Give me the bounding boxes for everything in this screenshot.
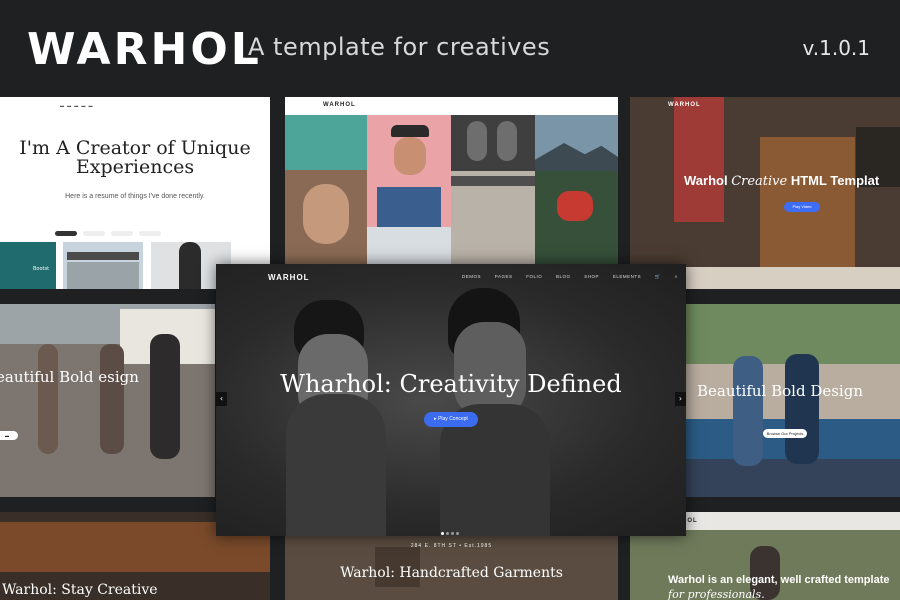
- preview-bold-design-right[interactable]: Beautiful Bold Design Browse Our Project…: [685, 304, 900, 497]
- gallery-image: [535, 115, 618, 171]
- store-address: 284 E. 8TH ST • Est.1985: [410, 543, 493, 549]
- preview-garments[interactable]: 284 E. 8TH ST • Est.1985 Warhol: Handcra…: [285, 535, 618, 600]
- person-image: [785, 354, 819, 464]
- preview-title: Warhol is an elegant, well crafted templ…: [668, 574, 890, 586]
- nav-item-blog[interactable]: BLOG: [556, 274, 571, 279]
- shirt-image: [286, 394, 386, 536]
- hero-nav: DEMOS PAGES FOLIO BLOG SHOP ELEMENTS 🛒 ⌕: [462, 274, 686, 280]
- gallery-image: [285, 115, 367, 170]
- preview-logo: WARHOL: [668, 102, 701, 108]
- preview-button[interactable]: ▬: [0, 431, 18, 440]
- header-bar: WARHOL A template for creatives v.1.0.1: [0, 0, 900, 96]
- gallery-image: [451, 115, 535, 171]
- brand-logo: WARHOL: [27, 24, 262, 75]
- nav-item-pages[interactable]: PAGES: [495, 274, 513, 279]
- slider-dots[interactable]: [441, 520, 461, 536]
- person-image: [100, 344, 124, 454]
- preview-filters: [55, 221, 167, 236]
- version-label: v.1.0.1: [802, 36, 870, 60]
- rug-image: [685, 459, 900, 497]
- preview-title: Warhol Creative HTML Templat: [684, 173, 880, 189]
- gallery-image: [285, 170, 367, 265]
- preview-main-hero[interactable]: WARHOL DEMOS PAGES FOLIO BLOG SHOP ELEME…: [216, 264, 686, 536]
- nav-item-shop[interactable]: SHOP: [584, 274, 599, 279]
- preview-title: eautiful Bold esign: [0, 368, 139, 386]
- hero-logo[interactable]: WARHOL: [268, 273, 310, 282]
- nav-item-demos[interactable]: DEMOS: [462, 274, 481, 279]
- preview-image: [63, 242, 143, 289]
- person-image: [150, 334, 180, 459]
- preview-title: I'm A Creator of Unique Experiences: [19, 137, 251, 178]
- gallery-image: [367, 115, 451, 227]
- nav-item-elements[interactable]: ELEMENTS: [613, 274, 641, 279]
- preview-bold-design-left[interactable]: eautiful Bold esign ▬: [0, 304, 215, 497]
- preview-gallery[interactable]: WARHOL: [285, 97, 618, 265]
- browse-projects-button[interactable]: Browse Our Projects: [763, 429, 807, 438]
- person-image: [38, 344, 58, 454]
- play-concept-button[interactable]: ▸ Play Concept: [424, 412, 478, 427]
- chevron-right-icon[interactable]: ›: [675, 392, 686, 406]
- hero-headline: Wharhol: Creativity Defined: [280, 370, 622, 398]
- preview-caption: Bootst: [33, 266, 50, 272]
- preview-subtitle: for professionals.: [668, 588, 765, 600]
- preview-title: Warhol: Handcrafted Garments: [340, 565, 563, 581]
- nav-item-folio[interactable]: FOLIO: [526, 274, 542, 279]
- flag-image: [674, 97, 724, 222]
- preview-title: Beautiful Bold Design: [697, 382, 863, 400]
- tagline: A template for creatives: [248, 33, 551, 61]
- gallery-image: [367, 227, 451, 265]
- gallery-image: [535, 171, 618, 265]
- preview-cafe[interactable]: WARHOL Warhol Creative HTML Templat Play…: [630, 97, 900, 289]
- search-icon[interactable]: ⌕: [675, 274, 678, 279]
- preview-resume[interactable]: ▬ ▬ ▬ ▬ ▬ I'm A Creator of Unique Experi…: [0, 97, 270, 289]
- person-image: [733, 356, 763, 466]
- chevron-left-icon[interactable]: ‹: [216, 392, 227, 406]
- cart-icon[interactable]: 🛒: [655, 274, 661, 279]
- preview-title: Warhol: Stay Creative: [2, 582, 158, 598]
- preview-logo: WARHOL: [323, 102, 356, 108]
- preview-subtitle: Here is a resume of things I've done rec…: [65, 193, 205, 200]
- preview-nav: WARHOL: [285, 97, 618, 115]
- play-video-button[interactable]: Play Video: [784, 202, 820, 212]
- gallery-image: [451, 171, 535, 265]
- preview-nav: ▬ ▬ ▬ ▬ ▬: [60, 103, 94, 108]
- preview-image: Bootst: [0, 242, 56, 289]
